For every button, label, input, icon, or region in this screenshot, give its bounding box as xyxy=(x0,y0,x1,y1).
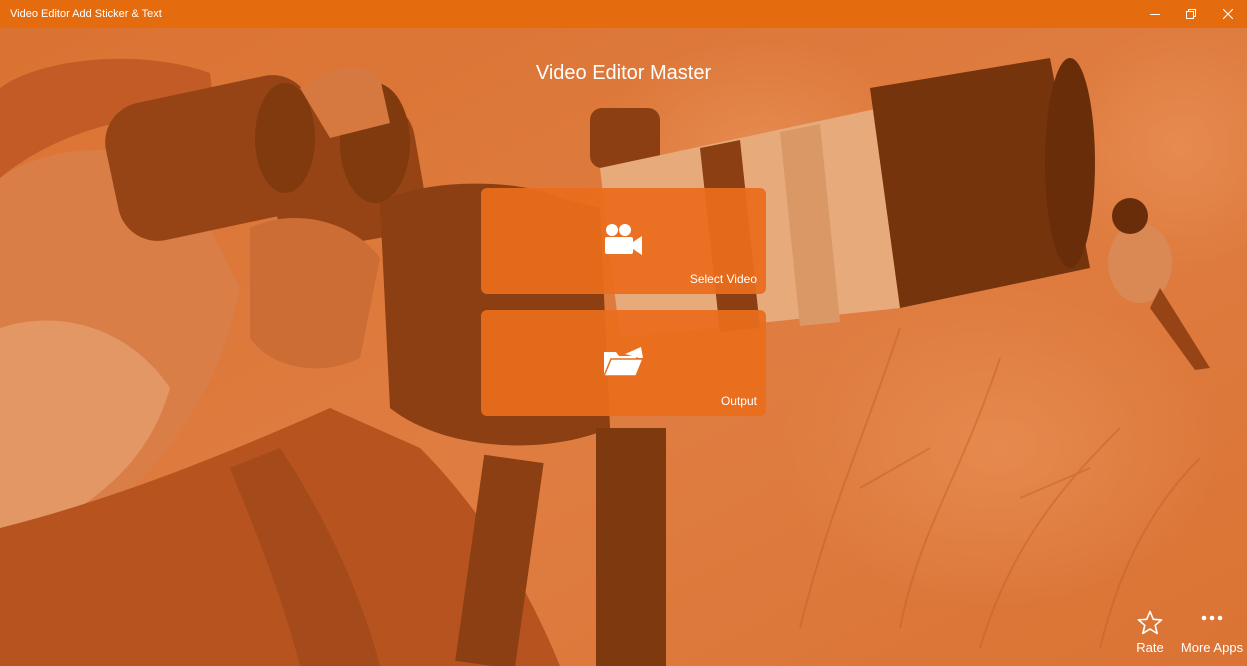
more-dots-icon xyxy=(1201,615,1223,621)
output-button[interactable]: Output xyxy=(481,310,766,416)
app-window: Video Editor Add Sticker & Text Video Ed… xyxy=(0,0,1247,666)
rate-label: Rate xyxy=(1136,640,1164,655)
minimize-button[interactable] xyxy=(1136,0,1174,28)
more-apps-button[interactable]: More Apps xyxy=(1177,608,1247,658)
window-title: Video Editor Add Sticker & Text xyxy=(10,8,162,20)
folder-open-icon xyxy=(602,347,645,377)
video-camera-icon xyxy=(605,224,642,255)
close-icon xyxy=(1223,9,1233,19)
minimize-icon xyxy=(1150,14,1160,15)
more-apps-label: More Apps xyxy=(1180,640,1244,655)
maximize-button[interactable] xyxy=(1172,0,1210,28)
select-video-label: Select Video xyxy=(689,272,757,286)
close-button[interactable] xyxy=(1209,0,1247,28)
title-bar: Video Editor Add Sticker & Text xyxy=(0,0,1247,28)
star-icon xyxy=(1137,610,1163,635)
select-video-button[interactable]: Select Video xyxy=(481,188,766,294)
page-title: Video Editor Master xyxy=(535,62,712,84)
maximize-icon xyxy=(1186,9,1196,19)
output-label: Output xyxy=(720,394,757,408)
rate-button[interactable]: Rate xyxy=(1125,608,1175,658)
